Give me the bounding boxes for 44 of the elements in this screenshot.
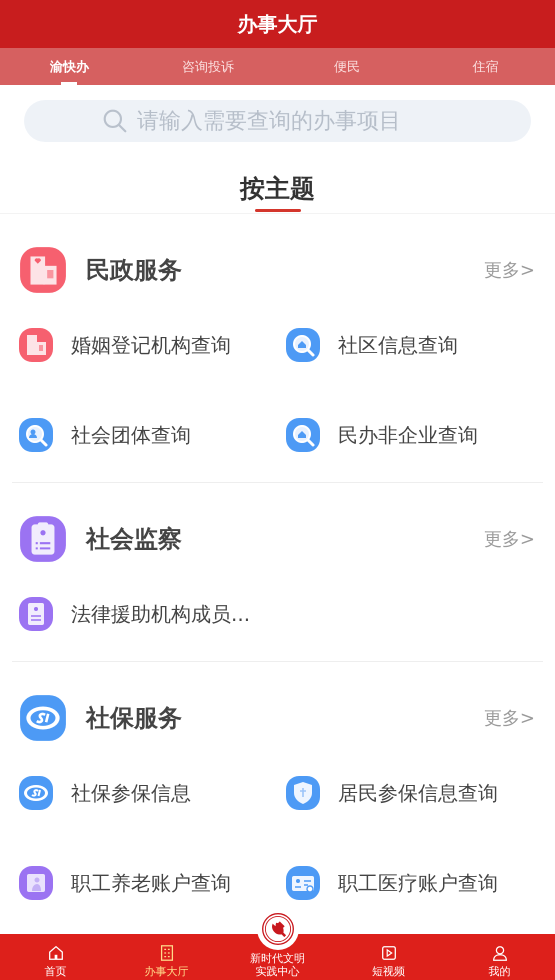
play-icon	[380, 944, 398, 962]
more-link[interactable]: 更多>	[484, 258, 535, 282]
nav-item[interactable]: 新时代文明 实践中心	[222, 934, 333, 980]
clipboard-icon	[18, 596, 54, 632]
house-search-icon	[285, 417, 321, 453]
tab[interactable]: 咨询投诉	[138, 48, 278, 85]
person-card-icon	[18, 865, 54, 901]
service-link[interactable]: 婚姻登记机构查询	[71, 332, 231, 358]
building-icon	[18, 245, 68, 295]
tab[interactable]: 渝快办	[0, 48, 139, 85]
shield-icon	[285, 775, 321, 811]
service-link[interactable]: 法律援助机构成员...	[71, 600, 250, 628]
search-icon	[102, 108, 128, 134]
nav-item[interactable]: 我的	[444, 934, 555, 980]
people-search-icon	[18, 417, 54, 453]
section-heading: 按主题	[240, 173, 315, 205]
service-link[interactable]: 民办非企业查询	[338, 422, 478, 448]
more-link[interactable]: 更多>	[484, 527, 535, 551]
nav-item[interactable]: 办事大厅	[111, 934, 222, 980]
house-search-icon	[285, 327, 321, 363]
nav-item[interactable]: 短视频	[333, 934, 444, 980]
home-icon	[46, 944, 64, 962]
service-link[interactable]: 社保参保信息	[71, 780, 191, 806]
clipboard-icon	[18, 514, 68, 564]
emblem-icon	[260, 911, 296, 947]
category-title: 民政服务	[86, 255, 183, 286]
service-link[interactable]: 社区信息查询	[338, 332, 458, 358]
service-link[interactable]: 职工医疗账户查询	[338, 870, 498, 896]
search-field[interactable]: 请输入需要查询的办事项目	[24, 100, 531, 142]
id-card-icon	[285, 865, 321, 901]
oval-logo-icon	[18, 693, 68, 743]
category-title: 社保服务	[86, 703, 183, 734]
person-icon	[490, 944, 508, 962]
more-link[interactable]: 更多>	[484, 706, 535, 730]
oval-logo-icon	[18, 775, 54, 811]
service-link[interactable]: 职工养老账户查询	[71, 870, 231, 896]
building-icon	[18, 327, 54, 363]
category-title: 社会监察	[86, 524, 183, 555]
tab[interactable]: 住宿	[416, 48, 555, 85]
service-link[interactable]: 社会团体查询	[71, 422, 191, 448]
tab[interactable]: 便民	[278, 48, 416, 85]
nav-item[interactable]: 首页	[0, 934, 111, 980]
service-link[interactable]: 居民参保信息查询	[338, 780, 498, 806]
page-title: 办事大厅	[238, 10, 318, 38]
